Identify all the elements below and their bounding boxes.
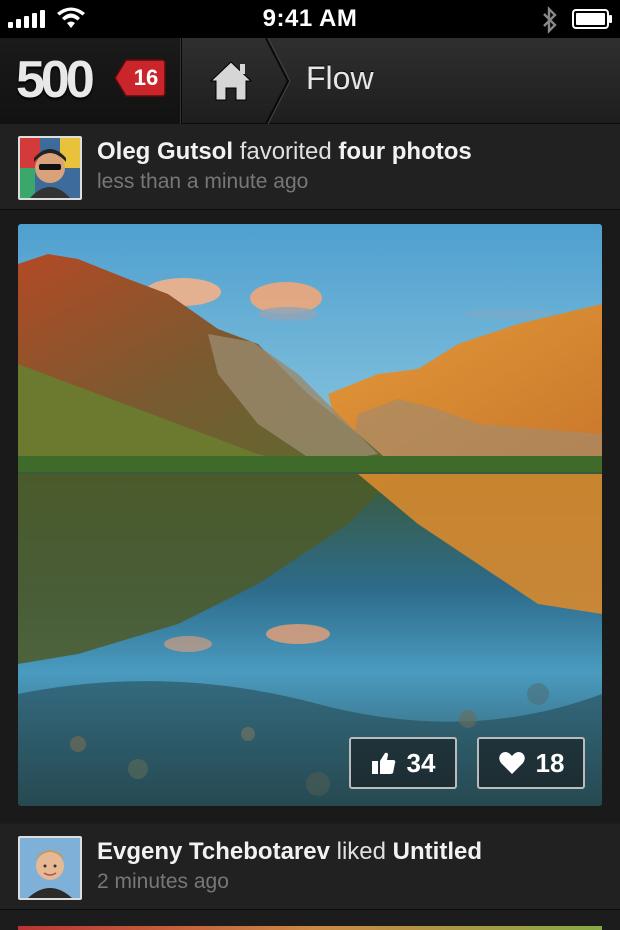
photo-card: 34 18 [0, 210, 620, 822]
bluetooth-icon [543, 6, 557, 34]
user-name[interactable]: Oleg Gutsol [97, 138, 233, 165]
favorite-count: 18 [535, 747, 565, 778]
navigation-bar: 500 16 Flow [0, 38, 620, 124]
logo-tab[interactable]: 500 16 [0, 38, 182, 124]
next-photo-preview[interactable] [18, 926, 602, 930]
activity-object[interactable]: Untitled [393, 838, 482, 865]
status-bar: 9:41 AM [0, 0, 620, 38]
activity-time: less than a minute ago [97, 170, 309, 193]
thumbs-up-icon [371, 752, 395, 774]
user-name[interactable]: Evgeny Tchebotarev [97, 838, 330, 865]
home-icon[interactable] [206, 56, 256, 106]
app-logo: 500 [16, 51, 95, 109]
badge-count: 16 [133, 65, 159, 90]
like-count: 34 [406, 747, 436, 778]
avatar[interactable] [18, 836, 82, 900]
avatar[interactable] [18, 136, 82, 200]
activity-text: Evgeny Tchebotarev liked Untitled [97, 838, 482, 866]
breadcrumb-chevron-icon [265, 38, 291, 124]
battery-icon [572, 9, 612, 29]
feed-photo[interactable] [18, 224, 602, 806]
notification-badge[interactable]: 16 [114, 58, 166, 98]
status-time: 9:41 AM [262, 5, 358, 32]
heart-icon [498, 752, 525, 774]
favorite-button[interactable]: 18 [477, 737, 585, 789]
feed-item[interactable]: Evgeny Tchebotarev liked Untitled 2 minu… [0, 824, 620, 910]
feed-item[interactable]: Oleg Gutsol favorited four photos less t… [0, 124, 620, 210]
page-title: Flow [306, 60, 374, 96]
activity-text: Oleg Gutsol favorited four photos [97, 138, 472, 166]
activity-object[interactable]: four photos [338, 138, 471, 165]
activity-time: 2 minutes ago [97, 870, 229, 893]
like-button[interactable]: 34 [349, 737, 457, 789]
activity-verb: liked [336, 838, 386, 865]
activity-verb: favorited [239, 138, 332, 165]
